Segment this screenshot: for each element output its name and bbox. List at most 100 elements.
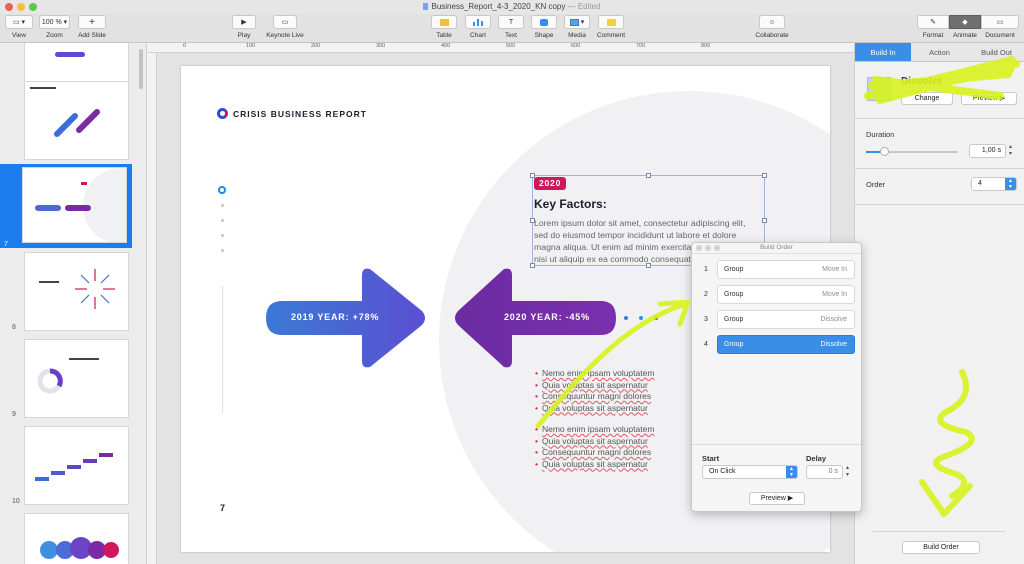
document-button[interactable]: ▭ Document	[981, 15, 1019, 39]
build-item[interactable]: Group Dissolve	[717, 310, 855, 329]
build-order-row-4-selected[interactable]: 4 Group Dissolve	[696, 335, 858, 354]
divider	[692, 444, 861, 445]
timeline-dot-active	[218, 186, 226, 194]
ruler-mark: 0	[183, 43, 187, 49]
divider	[855, 168, 1024, 169]
slide-thumbnail-5[interactable]	[24, 43, 129, 82]
tab-build-out[interactable]: Build Out	[968, 43, 1024, 62]
comment-button[interactable]: Comment	[595, 15, 627, 39]
slide-number-8: 8	[12, 324, 16, 331]
thumb-arrow-shape	[55, 52, 85, 57]
delay-label: Delay	[806, 454, 827, 463]
thumb-staircase-bars	[35, 453, 113, 481]
selection-handle[interactable]	[762, 218, 767, 223]
slide-thumbnail-6[interactable]	[24, 81, 129, 160]
bullet-list-b: • Nemo enim ipsam voluptatem • Quia volupt…	[535, 424, 654, 470]
brand-title: CRISIS BUSINESS REPORT	[233, 109, 367, 119]
keynote-live-button[interactable]: ▭ Keynote Live	[262, 15, 308, 39]
list-item: • Quia voluptas sit aspernatur	[535, 379, 648, 390]
build-object: Group	[724, 291, 744, 298]
duration-slider[interactable]	[866, 147, 958, 156]
duration-slider-knob[interactable]	[880, 147, 890, 156]
view-control[interactable]: ▭ ▾ View	[4, 15, 34, 39]
shape-button[interactable]: Shape	[530, 15, 558, 39]
chart-icon	[465, 15, 491, 29]
animate-button[interactable]: ◆ Animate	[949, 15, 981, 39]
collaborate-button[interactable]: ☺ Collaborate	[752, 15, 792, 39]
zoom-window-button[interactable]	[29, 3, 37, 11]
duration-field[interactable]: 1,00 s	[969, 144, 1006, 158]
play-button[interactable]: ▶ Play	[231, 15, 257, 39]
selection-handle[interactable]	[646, 173, 651, 178]
keynote-live-label: Keynote Live	[266, 32, 304, 39]
build-item[interactable]: Group Dissolve	[717, 335, 855, 354]
navigator-scrollbar[interactable]	[139, 49, 143, 89]
build-order-row-2[interactable]: 2 Group Move In	[696, 285, 858, 304]
timeline-dot	[221, 204, 224, 207]
duration-stepper[interactable]: ▴ ▾	[1009, 144, 1012, 158]
build-order-preview-button[interactable]: Preview ▶	[749, 492, 805, 505]
ruler-mark: 200	[311, 43, 321, 49]
effect-preview-thumbnail	[867, 77, 891, 101]
table-button[interactable]: Table	[430, 15, 458, 39]
divider	[873, 531, 1005, 532]
arrow-right-label: 2020 YEAR: -45%	[504, 312, 590, 322]
slide-thumbnail-7-selected[interactable]: 7	[0, 164, 132, 248]
text-button[interactable]: T Text	[497, 15, 525, 39]
selection-handle[interactable]	[762, 173, 767, 178]
timeline-line	[222, 286, 223, 414]
build-order-row-1[interactable]: 1 Group Move In	[696, 260, 858, 279]
zoom-icon[interactable]	[714, 245, 720, 251]
text-icon: T	[498, 15, 524, 29]
build-item[interactable]: Group Move In	[717, 285, 855, 304]
order-select[interactable]: 4 ▴ ▾	[971, 177, 1017, 191]
text-label: Text	[505, 32, 517, 39]
body-line: sed do eiusmod tempor incididunt ut labo…	[534, 230, 737, 240]
chart-button[interactable]: Chart	[464, 15, 492, 39]
slide-thumbnail-7[interactable]	[22, 167, 127, 243]
divider	[855, 204, 1024, 205]
tab-build-in[interactable]: Build In	[855, 43, 911, 62]
start-label: Start	[702, 454, 720, 463]
start-select[interactable]: On Click ▴ ▾	[702, 465, 798, 479]
format-label: Format	[922, 32, 944, 39]
preview-effect-button[interactable]: Preview ▶	[961, 92, 1017, 105]
thumb-title	[39, 281, 59, 283]
zoom-control[interactable]: 100 % ▾ Zoom	[38, 15, 71, 39]
build-order-button[interactable]: Build Order	[902, 541, 980, 554]
zoom-value: 100 %	[41, 18, 62, 26]
minimize-icon[interactable]	[705, 245, 711, 251]
close-window-button[interactable]	[5, 3, 13, 11]
slide-number-10: 10	[12, 498, 20, 505]
change-effect-button[interactable]: Change	[901, 92, 953, 105]
slide-navigator: 7 8 9 10	[0, 43, 147, 564]
paintbrush-icon: ✎	[917, 15, 949, 29]
slide-thumbnail-8[interactable]	[24, 252, 129, 331]
diamond-icon: ◆	[949, 15, 981, 29]
order-label: Order	[866, 180, 886, 189]
build-order-row-3[interactable]: 3 Group Dissolve	[696, 310, 858, 329]
bullet-list-a: • Nemo enim ipsam voluptatem • Quia volupt…	[535, 368, 654, 414]
build-order-titlebar[interactable]: Build Order	[692, 243, 861, 254]
minimize-window-button[interactable]	[17, 3, 25, 11]
ruler-mark: 700	[636, 43, 646, 49]
collaborate-icon: ☺	[759, 15, 785, 29]
thumb-title	[30, 87, 56, 89]
format-button[interactable]: ✎ Format	[917, 15, 949, 39]
slide-thumbnail-9[interactable]	[24, 339, 129, 418]
zoom-select[interactable]: 100 % ▾	[39, 15, 70, 29]
tab-action[interactable]: Action	[911, 43, 968, 62]
view-icon: ▭ ▾	[5, 15, 33, 29]
slide-thumbnail-11[interactable]	[24, 513, 129, 564]
media-button[interactable]: ▾ Media	[563, 15, 591, 39]
slide-number-7: 7	[4, 241, 8, 248]
comment-icon	[598, 15, 624, 29]
keynote-live-icon: ▭	[273, 15, 297, 29]
add-slide-button[interactable]: + Add Slide	[76, 15, 108, 39]
delay-stepper[interactable]: ▴ ▾	[846, 465, 849, 479]
delay-field[interactable]: 0 s	[806, 465, 843, 479]
build-item[interactable]: Group Move In	[717, 260, 855, 279]
slide-thumbnail-10[interactable]	[24, 426, 129, 505]
ruler-mark: 500	[506, 43, 516, 49]
close-icon[interactable]	[696, 245, 702, 251]
